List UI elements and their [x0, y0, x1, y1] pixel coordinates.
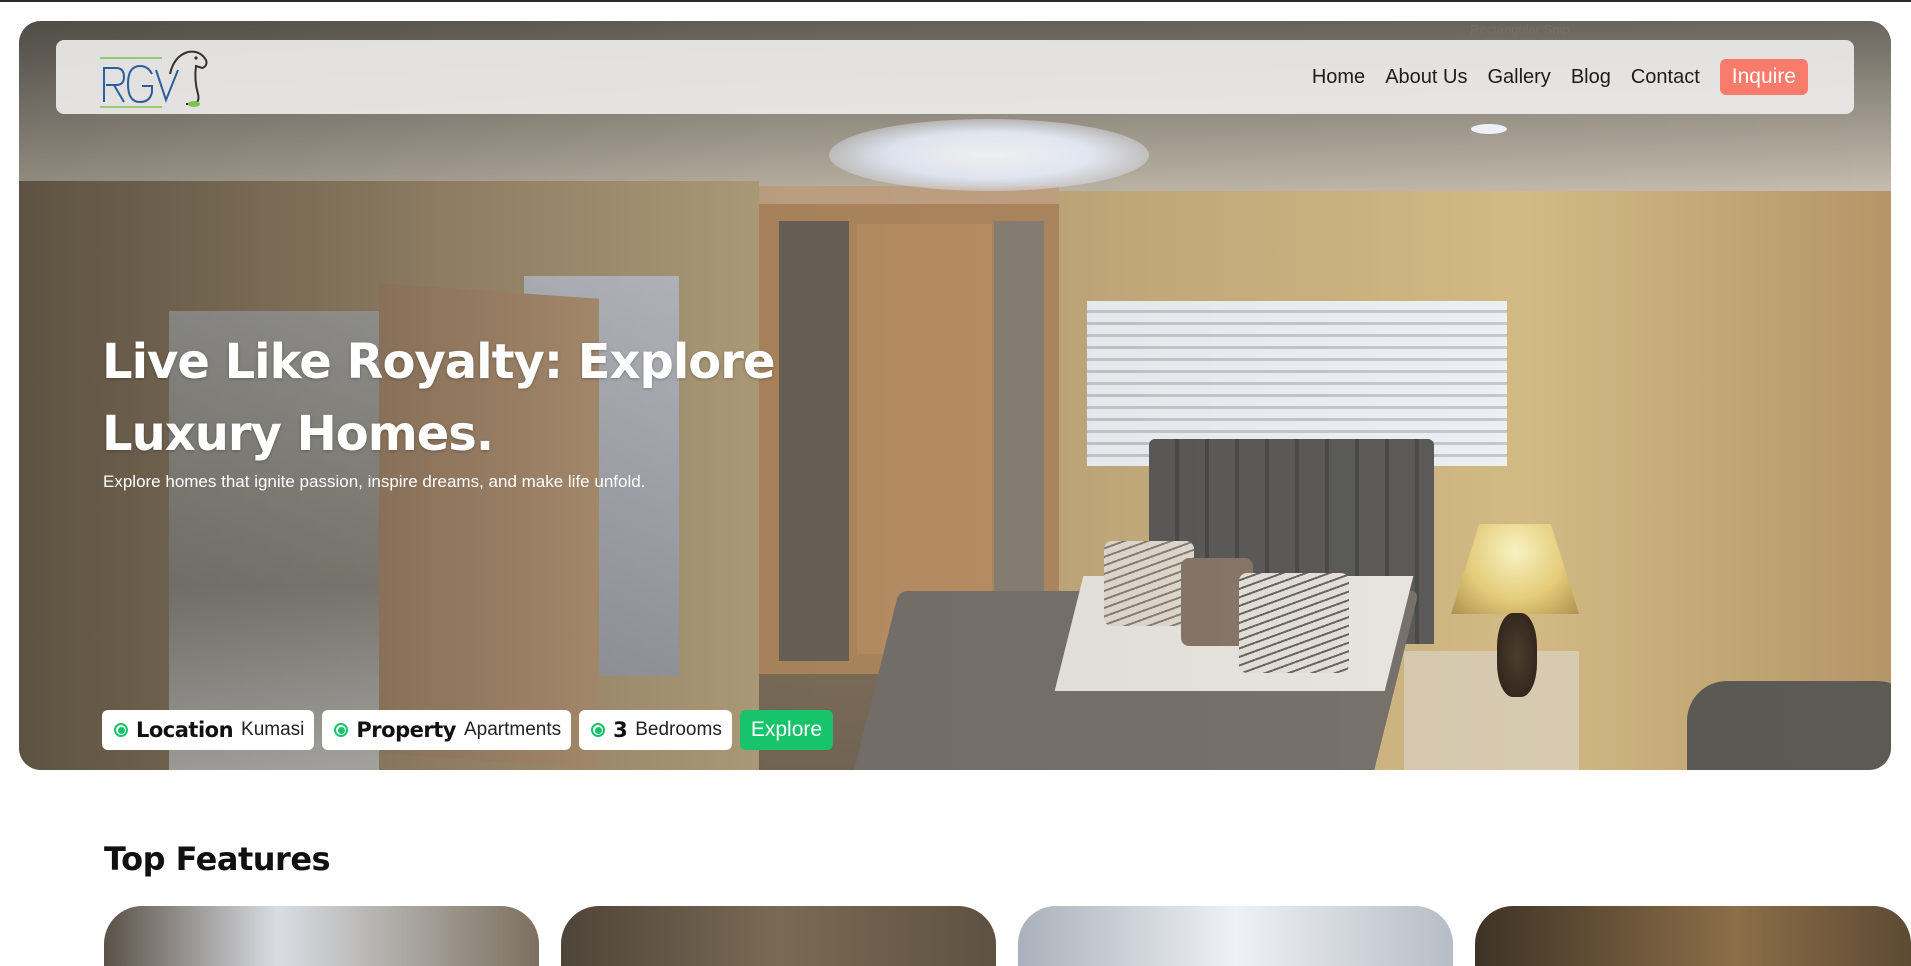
location-filter[interactable]: Location Kumasi	[102, 710, 315, 750]
nav-link-gallery[interactable]: Gallery	[1477, 66, 1560, 89]
nav-link-contact[interactable]: Contact	[1621, 66, 1710, 89]
top-navbar: Home About Us Gallery Blog Contact Inqui…	[56, 40, 1854, 114]
property-filter[interactable]: Property Apartments	[322, 710, 572, 750]
hero-title: Live Like Royalty: Explore Luxury Homes.	[102, 334, 776, 462]
nav-link-home[interactable]: Home	[1302, 66, 1375, 89]
feature-card[interactable]	[1018, 906, 1453, 966]
feature-card[interactable]	[104, 906, 539, 966]
location-label: Location	[136, 718, 234, 742]
bedrooms-count: 3	[613, 718, 628, 742]
explore-button[interactable]: Explore	[739, 710, 834, 750]
feature-card[interactable]	[561, 906, 996, 966]
hero-subtitle: Explore homes that ignite passion, inspi…	[103, 472, 646, 491]
property-label: Property	[356, 718, 456, 742]
top-divider	[0, 0, 1911, 2]
radio-icon	[591, 723, 606, 737]
feature-card[interactable]	[1475, 906, 1911, 966]
bedrooms-filter[interactable]: 3 Bedrooms	[579, 710, 732, 750]
top-features-title: Top Features	[104, 840, 331, 878]
nav-link-blog[interactable]: Blog	[1561, 66, 1621, 89]
property-value: Apartments	[463, 719, 562, 740]
radio-icon	[114, 723, 128, 737]
search-filters: Location Kumasi Property Apartments 3 Be…	[102, 710, 834, 750]
radio-icon	[334, 723, 349, 737]
location-value: Kumasi	[241, 719, 305, 740]
nav-links: Home About Us Gallery Blog Contact Inqui…	[1302, 40, 1808, 114]
scrollbar[interactable]	[1899, 2, 1911, 928]
bedrooms-label: Bedrooms	[635, 719, 722, 740]
snip-tool-hint: Rectangular Snip	[1470, 22, 1570, 37]
rgv-logo[interactable]	[100, 44, 210, 110]
nav-link-about-us[interactable]: About Us	[1375, 66, 1477, 89]
inquire-button[interactable]: Inquire	[1719, 59, 1808, 95]
